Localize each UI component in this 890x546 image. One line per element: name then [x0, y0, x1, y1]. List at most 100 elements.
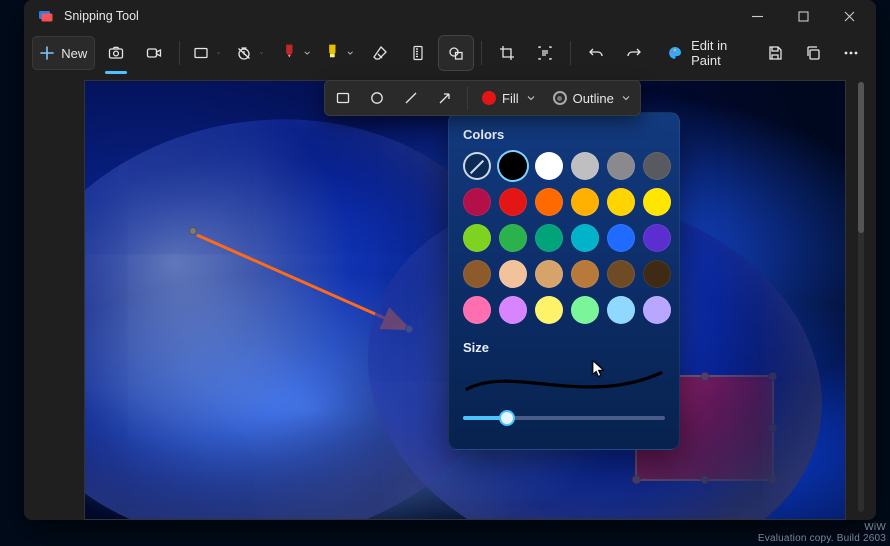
color-size-popover: Colors Size: [448, 112, 680, 450]
mouse-cursor: [592, 360, 606, 383]
watermark-line1: WiW: [758, 522, 886, 533]
eraser-tool-button[interactable]: [363, 36, 397, 70]
selection-handle[interactable]: [405, 325, 413, 333]
color-swatch[interactable]: [643, 296, 671, 324]
color-swatch[interactable]: [535, 296, 563, 324]
size-heading: Size: [463, 340, 665, 355]
selection-handle[interactable]: [700, 475, 709, 484]
scrollbar-thumb[interactable]: [858, 82, 864, 233]
chevron-down-icon: [217, 49, 220, 57]
color-swatch[interactable]: [571, 188, 599, 216]
outline-label: Outline: [573, 91, 614, 106]
color-swatch[interactable]: [607, 260, 635, 288]
undo-button[interactable]: [579, 36, 613, 70]
slider-knob[interactable]: [499, 410, 515, 426]
color-swatch[interactable]: [571, 296, 599, 324]
mode-video-button[interactable]: [137, 36, 171, 70]
crop-icon: [499, 45, 515, 61]
outline-dropdown[interactable]: Outline: [545, 83, 638, 113]
color-swatch[interactable]: [499, 260, 527, 288]
save-button[interactable]: [758, 36, 792, 70]
color-swatch[interactable]: [499, 152, 527, 180]
toolbar-separator: [481, 41, 482, 65]
selection-handle[interactable]: [768, 475, 777, 484]
titlebar: Snipping Tool: [24, 0, 876, 32]
shape-circle-button[interactable]: [361, 83, 393, 113]
color-swatch[interactable]: [643, 260, 671, 288]
color-swatch[interactable]: [535, 152, 563, 180]
snip-shape-dropdown[interactable]: [187, 36, 226, 70]
vertical-scrollbar[interactable]: [858, 82, 864, 512]
shape-arrow-button[interactable]: [429, 83, 461, 113]
ruler-tool-button[interactable]: [401, 36, 435, 70]
color-swatch[interactable]: [571, 224, 599, 252]
edit-in-paint-button[interactable]: Edit in Paint: [659, 36, 754, 70]
delay-dropdown[interactable]: [230, 36, 269, 70]
color-swatch[interactable]: [643, 188, 671, 216]
watermark-line2: Evaluation copy. Build 2603: [758, 533, 886, 544]
color-swatch-grid: [463, 152, 665, 324]
maximize-button[interactable]: [780, 0, 826, 32]
text-extract-button[interactable]: [528, 36, 562, 70]
shape-rectangle-button[interactable]: [327, 83, 359, 113]
color-swatch[interactable]: [535, 188, 563, 216]
color-swatch[interactable]: [607, 296, 635, 324]
shape-tool-strip: Fill Outline: [324, 80, 641, 116]
color-swatch[interactable]: [463, 260, 491, 288]
selection-handle[interactable]: [768, 424, 777, 433]
more-options-button[interactable]: [834, 36, 868, 70]
rectangle-icon: [335, 90, 351, 106]
colors-heading: Colors: [463, 127, 665, 142]
color-swatch[interactable]: [643, 152, 671, 180]
color-swatch[interactable]: [607, 152, 635, 180]
color-swatch[interactable]: [535, 260, 563, 288]
close-button[interactable]: [826, 0, 872, 32]
chevron-down-icon: [304, 49, 310, 57]
shape-line-button[interactable]: [395, 83, 427, 113]
undo-icon: [588, 45, 604, 61]
color-swatch[interactable]: [463, 296, 491, 324]
ruler-icon: [410, 45, 426, 61]
eraser-icon: [372, 45, 388, 61]
minimize-button[interactable]: [734, 0, 780, 32]
ellipsis-icon: [843, 45, 859, 61]
shapes-tool-button[interactable]: [439, 36, 473, 70]
highlighter-tool-button[interactable]: [320, 36, 359, 70]
copy-icon: [805, 45, 821, 61]
mode-screenshot-button[interactable]: [99, 36, 133, 70]
annotation-arrow[interactable]: [193, 231, 423, 341]
chevron-down-icon: [527, 94, 535, 102]
color-swatch[interactable]: [499, 224, 527, 252]
pen-icon: [283, 43, 296, 63]
color-swatch[interactable]: [535, 224, 563, 252]
redo-button[interactable]: [617, 36, 651, 70]
color-swatch[interactable]: [571, 152, 599, 180]
color-swatch[interactable]: [643, 224, 671, 252]
video-icon: [146, 45, 162, 61]
arrow-icon: [437, 90, 453, 106]
save-icon: [767, 45, 783, 61]
crop-tool-button[interactable]: [490, 36, 524, 70]
highlighter-icon: [326, 43, 339, 63]
color-swatch[interactable]: [607, 188, 635, 216]
color-swatch[interactable]: [463, 188, 491, 216]
copy-button[interactable]: [796, 36, 830, 70]
color-swatch[interactable]: [499, 188, 527, 216]
pen-tool-button[interactable]: [277, 36, 316, 70]
fill-dropdown[interactable]: Fill: [474, 83, 543, 113]
selection-handle[interactable]: [632, 475, 641, 484]
palette-icon: [667, 45, 683, 61]
selection-handle[interactable]: [189, 227, 197, 235]
color-swatch[interactable]: [463, 224, 491, 252]
outline-swatch-icon: [553, 91, 567, 105]
app-icon: [38, 8, 54, 24]
selection-handle[interactable]: [768, 372, 777, 381]
selection-handle[interactable]: [700, 372, 709, 381]
color-swatch[interactable]: [607, 224, 635, 252]
color-swatch[interactable]: [571, 260, 599, 288]
color-swatch[interactable]: [499, 296, 527, 324]
color-swatch[interactable]: [463, 152, 491, 180]
new-snip-label: New: [61, 46, 87, 61]
size-slider[interactable]: [463, 409, 665, 427]
new-snip-button[interactable]: New: [32, 36, 95, 70]
